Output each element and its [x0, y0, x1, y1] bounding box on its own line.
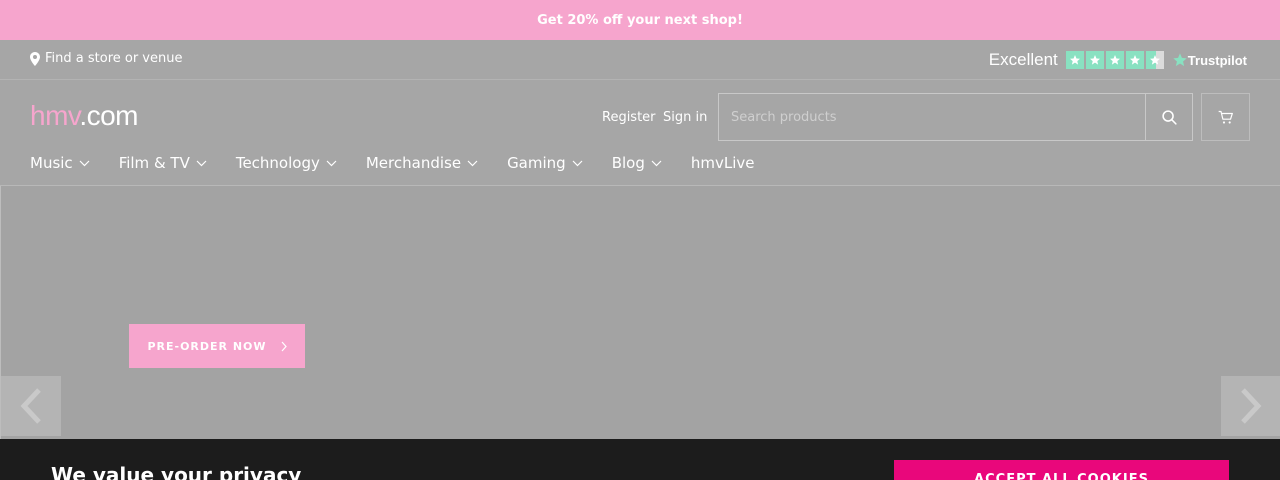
promo-text[interactable]: Get 20% off your next shop! — [537, 13, 743, 28]
nav-item-technology[interactable]: Technology — [236, 154, 337, 172]
nav-label: Merchandise — [365, 154, 462, 172]
site-header: hmv.com Register Sign in Music Film & TV… — [0, 80, 1280, 186]
star-icon — [1125, 51, 1144, 69]
trustpilot-widget[interactable]: Excellent Trustpilot — [989, 50, 1247, 70]
nav-label: Film & TV — [118, 154, 190, 172]
cart-icon — [1218, 110, 1233, 124]
nav-label: Blog — [611, 154, 645, 172]
chevron-right-icon — [1241, 388, 1262, 424]
cart-button[interactable] — [1201, 93, 1250, 141]
logo-part-com: .com — [79, 100, 139, 131]
nav-item-merchandise[interactable]: Merchandise — [366, 154, 478, 172]
find-store-label: Find a store or venue — [45, 51, 183, 66]
search-input[interactable] — [719, 94, 1146, 140]
half-star-icon — [1145, 51, 1164, 69]
trustpilot-brand: Trustpilot — [1187, 52, 1247, 68]
nav-label: Technology — [235, 154, 320, 172]
sign-in-link[interactable]: Sign in — [663, 110, 707, 125]
nav-label: hmvLive — [690, 154, 755, 172]
register-link[interactable]: Register — [602, 110, 656, 125]
accept-cookies-button[interactable]: ACCEPT ALL COOKIES — [894, 460, 1229, 480]
carousel-prev-button[interactable] — [1, 376, 61, 436]
star-icon — [1105, 51, 1124, 69]
find-store-link[interactable]: Find a store or venue — [30, 51, 182, 66]
search-button[interactable] — [1145, 94, 1192, 140]
chevron-down-icon — [326, 160, 337, 166]
nav-item-film-tv[interactable]: Film & TV — [119, 154, 207, 172]
carousel-next-button[interactable] — [1221, 376, 1280, 436]
nav-item-hmvlive[interactable]: hmvLive — [691, 154, 755, 172]
hmv-logo[interactable]: hmv.com — [30, 100, 139, 132]
chevron-down-icon — [467, 160, 478, 166]
star-icon — [1065, 51, 1084, 69]
nav-label: Music — [30, 154, 73, 172]
chevron-down-icon — [572, 160, 583, 166]
search-icon — [1161, 109, 1177, 125]
pre-order-button[interactable]: PRE-ORDER NOW — [129, 324, 305, 368]
main-nav: Music Film & TV Technology Merchandise G… — [30, 154, 784, 172]
trustpilot-logo: Trustpilot — [1172, 52, 1247, 68]
logo-part-hmv: hmv — [30, 100, 80, 131]
chevron-down-icon — [79, 160, 90, 166]
star-icon — [1085, 51, 1104, 69]
nav-item-music[interactable]: Music — [30, 154, 90, 172]
accept-cookies-label: ACCEPT ALL COOKIES — [974, 472, 1149, 480]
search-box — [718, 93, 1193, 141]
nav-item-gaming[interactable]: Gaming — [507, 154, 583, 172]
nav-label: Gaming — [507, 154, 566, 172]
trustpilot-rating-label: Excellent — [988, 50, 1058, 69]
nav-item-blog[interactable]: Blog — [612, 154, 662, 172]
pre-order-label: PRE-ORDER NOW — [147, 339, 267, 353]
trustpilot-star-icon — [1173, 53, 1187, 67]
trustpilot-stars — [1065, 51, 1164, 69]
chevron-right-icon — [281, 341, 287, 351]
chevron-down-icon — [196, 160, 207, 166]
utility-bar: Find a store or venue Excellent Trustpil… — [0, 40, 1280, 80]
cookie-title: We value your privacy — [51, 463, 302, 480]
location-pin-icon — [30, 51, 40, 66]
hero-carousel: PRE-ORDER NOW — [0, 186, 1280, 439]
cookie-banner: We value your privacy ACCEPT ALL COOKIES — [0, 439, 1280, 480]
chevron-left-icon — [20, 388, 41, 424]
promo-banner[interactable]: Get 20% off your next shop! — [0, 0, 1280, 40]
chevron-down-icon — [651, 160, 662, 166]
